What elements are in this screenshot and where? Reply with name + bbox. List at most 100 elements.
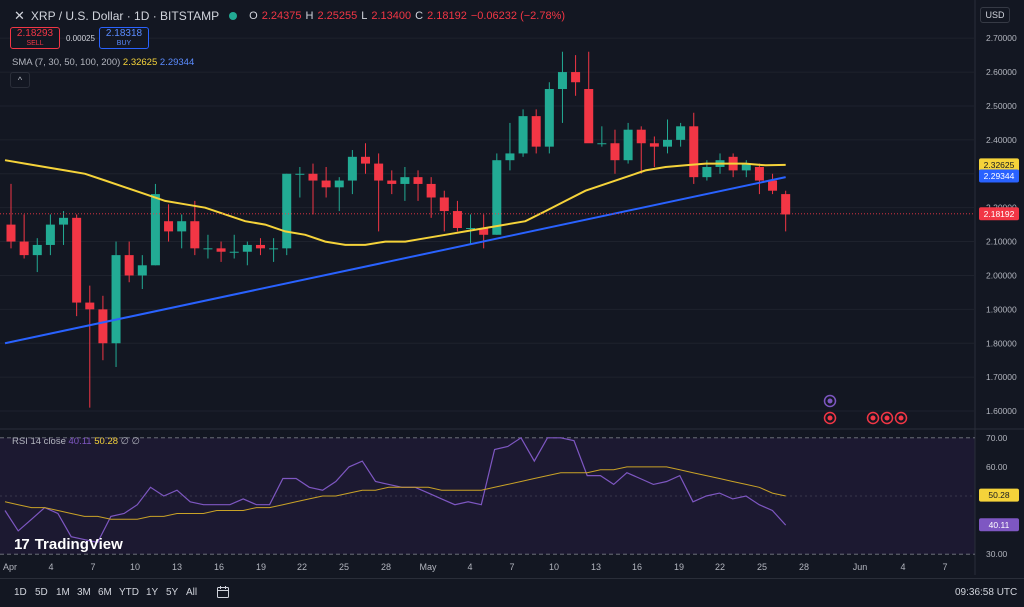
candle-up — [466, 228, 476, 229]
sma-yellow-price-tag: 2.32625 — [984, 160, 1015, 170]
candle-up — [242, 244, 252, 252]
candle-down — [754, 166, 764, 181]
timeframe-1y[interactable]: 1Y — [146, 587, 158, 598]
candle-down — [649, 143, 659, 147]
timeframe-3m[interactable]: 3M — [77, 587, 91, 598]
last-price-tag: 2.18192 — [984, 209, 1015, 219]
candle-down — [321, 180, 331, 188]
candle-up — [492, 160, 502, 235]
x-tick-label: 4 — [48, 562, 53, 572]
candle-up — [111, 255, 121, 344]
timeframe-ytd[interactable]: YTD — [119, 587, 139, 598]
sma-value-blue: 2.29344 — [159, 57, 195, 68]
candle-up — [137, 265, 147, 276]
candle-up — [676, 126, 686, 140]
price-tick-label: 2.70000 — [986, 33, 1017, 43]
price-tick-label: 2.50000 — [986, 101, 1017, 111]
market-status-icon — [229, 12, 238, 20]
close-icon[interactable]: ✕ — [14, 8, 25, 24]
utc-clock[interactable]: 09:36:58 UTC — [955, 587, 1017, 598]
x-tick-label: 13 — [591, 562, 601, 572]
candle-down — [72, 217, 82, 303]
candle-down — [190, 221, 200, 249]
timeframe-1m[interactable]: 1M — [56, 587, 70, 598]
ohlc-values: O 2.24375 H 2.25255 L 2.13400 C 2.18192 −0.0… — [249, 10, 566, 22]
calendar-icon[interactable] — [216, 585, 230, 599]
candle-up — [203, 248, 213, 250]
candle-down — [531, 116, 541, 147]
x-tick-label: 7 — [509, 562, 514, 572]
collapse-legend-button[interactable]: ^ — [10, 72, 30, 88]
x-tick-label: 25 — [339, 562, 349, 572]
x-tick-label: 19 — [674, 562, 684, 572]
x-tick-label: 28 — [381, 562, 391, 572]
close-value: 2.18192 — [427, 10, 467, 22]
tradingview-logo-icon: 17 — [14, 536, 30, 553]
price-tick-label: 2.10000 — [986, 237, 1017, 247]
x-tick-label: 10 — [130, 562, 140, 572]
candle-up — [45, 224, 55, 245]
tradingview-logo: 17 TradingView — [14, 536, 123, 553]
sma-legend[interactable]: SMA (7, 30, 50, 100, 200) 2.32625 2.2934… — [12, 57, 194, 68]
candle-up — [282, 173, 292, 249]
bottom-toolbar: 1D 5D 1M 3M 6M YTD 1Y 5Y All 09:36:58 UT… — [0, 578, 1024, 607]
candle-down — [610, 143, 620, 161]
candle-down — [6, 224, 16, 242]
price-chart[interactable]: 2.700002.600002.500002.400002.300002.200… — [0, 0, 1024, 607]
price-tick-label: 1.90000 — [986, 304, 1017, 314]
sell-button[interactable]: 2.18293 SELL — [10, 27, 60, 49]
price-tick-label: 1.80000 — [986, 338, 1017, 348]
rsi-tick-label: 60.00 — [986, 462, 1008, 472]
candle-up — [269, 248, 279, 250]
x-tick-label: 4 — [900, 562, 905, 572]
price-tick-label: 2.00000 — [986, 270, 1017, 280]
candle-down — [452, 211, 462, 228]
low-value: 2.13400 — [371, 10, 412, 22]
timeframe-5y[interactable]: 5Y — [166, 587, 178, 598]
x-tick-label: 22 — [297, 562, 307, 572]
candle-up — [347, 156, 357, 181]
rsi-ma-price-tag: 50.28 — [988, 490, 1010, 500]
price-tick-label: 1.60000 — [986, 406, 1017, 416]
candle-down — [216, 248, 226, 252]
chevron-up-icon: ^ — [17, 75, 23, 85]
currency-selector[interactable]: USD — [980, 7, 1010, 23]
x-tick-label: 28 — [799, 562, 809, 572]
rsi-label: RSI 14 close — [12, 436, 66, 447]
candle-down — [636, 129, 646, 144]
timeframe-1d[interactable]: 1D — [14, 587, 27, 598]
candle-up — [663, 139, 672, 147]
candle-down — [85, 302, 95, 310]
change-value: −0.06232 (−2.78%) — [470, 10, 566, 22]
rsi-legend[interactable]: RSI 14 close 40.11 50.28 ∅ ∅ — [12, 436, 140, 447]
x-tick-label: 4 — [467, 562, 472, 572]
candle-down — [361, 156, 371, 164]
candle-up — [334, 180, 344, 188]
open-value: 2.24375 — [261, 10, 302, 22]
timeframe-6m[interactable]: 6M — [98, 587, 112, 598]
candle-up — [295, 173, 305, 175]
candle-up — [518, 116, 528, 154]
event-marker-dot — [898, 415, 904, 421]
buy-price: 2.18318 — [105, 28, 143, 39]
x-tick-label: 7 — [90, 562, 95, 572]
candle-up — [505, 153, 515, 161]
spread-value: 0.00025 — [66, 34, 95, 43]
candle-up — [702, 166, 712, 178]
candle-up — [623, 129, 633, 161]
candle-up — [229, 251, 239, 253]
rsi-value: 40.11 — [68, 436, 92, 447]
candle-down — [571, 72, 581, 83]
candle-down — [387, 180, 397, 184]
buy-button[interactable]: 2.18318 BUY — [99, 27, 149, 49]
price-tick-label: 2.40000 — [986, 135, 1017, 145]
candle-down — [308, 173, 318, 181]
x-tick-label: 7 — [942, 562, 947, 572]
x-tick-label: 16 — [632, 562, 642, 572]
candle-down — [164, 221, 174, 232]
symbol-title[interactable]: XRP / U.S. Dollar · 1D · BITSTAMP — [31, 9, 219, 23]
candle-up — [32, 244, 42, 256]
timeframe-all[interactable]: All — [186, 587, 197, 598]
timeframe-5d[interactable]: 5D — [35, 587, 48, 598]
x-tick-label: 19 — [256, 562, 266, 572]
